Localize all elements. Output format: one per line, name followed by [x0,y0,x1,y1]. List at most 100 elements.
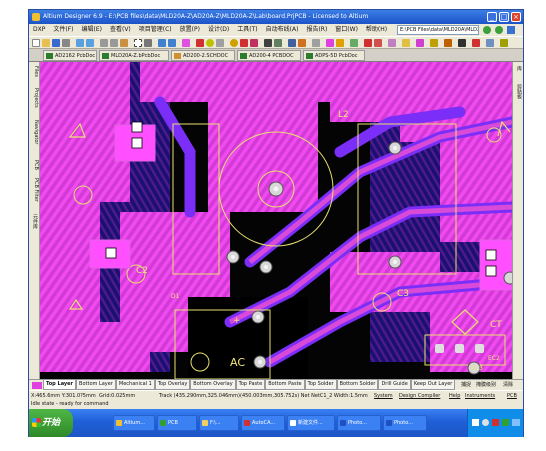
fill-icon[interactable] [240,39,248,47]
component-place-icon[interactable] [402,39,410,47]
string-a-icon[interactable] [500,39,508,47]
layer-tab-bottom[interactable]: Bottom Layer [76,380,116,390]
move-icon[interactable] [144,39,152,47]
pcb-canvas[interactable]: L2 C2 C3 AC CT D1 + EC2 EC3 [40,62,512,379]
layer-tab-bottom-solder[interactable]: Bottom Solder [336,380,379,390]
menu-edit[interactable]: 编辑(E) [78,24,106,36]
menu-view[interactable]: 查看(V) [106,24,135,36]
doc-tab[interactable]: ADPS-5D PcbDoc [303,50,365,61]
select-icon[interactable] [134,39,142,47]
clear-button[interactable]: 清除 [503,381,513,390]
forward-icon[interactable] [495,26,503,34]
tray-network-icon[interactable] [472,419,479,426]
keepout-icon[interactable] [416,39,424,47]
zoom-fit-icon[interactable] [76,39,84,47]
home-icon[interactable] [507,26,515,34]
fanout-icon[interactable] [388,39,396,47]
redo-icon[interactable] [168,39,176,47]
taskbar-item[interactable]: F:\... [199,415,239,431]
status-system[interactable]: System [374,391,393,400]
panel-tab-files[interactable]: Files [30,66,39,77]
zoom-area-icon[interactable] [86,39,94,47]
new-icon[interactable] [32,39,40,47]
taskbar-item[interactable]: Photo... [337,415,381,431]
drc-icon[interactable] [298,39,306,47]
back-icon[interactable] [483,26,491,34]
cut-icon[interactable] [100,39,108,47]
tray-ime-icon[interactable] [492,419,499,426]
menu-autoroute[interactable]: 自动布线(A) [262,24,303,36]
coordinate-icon[interactable] [444,39,452,47]
doc-tab[interactable]: AD2162 PcbDoc [43,50,97,61]
panel-tab-pcb-filter[interactable]: PCB Filter [30,178,39,202]
menu-file[interactable]: 文件(F) [49,24,77,36]
interactive-route-icon[interactable] [364,39,372,47]
doc-tab[interactable]: MLD20A-Z.bPcbDoc [99,50,169,61]
start-button[interactable]: 开始 [29,409,73,437]
warning-icon[interactable] [472,39,480,47]
layer-tab-top-overlay[interactable]: Top Overlay [154,380,191,390]
status-design-compiler[interactable]: Design Compiler [399,391,440,400]
pad-icon[interactable] [216,39,224,47]
print-icon[interactable] [62,39,70,47]
status-help[interactable]: Help [449,391,460,400]
3d-view-icon[interactable] [336,39,344,47]
panel-tab-clipboard[interactable]: 剪贴板 [514,84,523,99]
menu-window[interactable]: 窗口(W) [331,24,362,36]
panel-tab-projects[interactable]: Projects [30,88,39,108]
menu-design[interactable]: 设计(D) [204,24,233,36]
panel-tab-pcb[interactable]: PCB [30,160,39,170]
menu-help[interactable]: 帮助(H) [362,24,391,36]
menu-reports[interactable]: 报告(R) [302,24,331,36]
copy-icon[interactable] [110,39,118,47]
differential-pair-icon[interactable] [374,39,382,47]
open-icon[interactable] [42,39,50,47]
maximize-button[interactable]: □ [499,12,509,22]
component-icon[interactable] [274,39,282,47]
status-instruments[interactable]: Instruments [465,391,495,400]
close-button[interactable]: × [511,12,521,22]
layer-tab-top-solder[interactable]: Top Solder [304,380,337,390]
layer-tab-drill-guide[interactable]: Drill Guide [378,380,411,390]
layer-tab-mechanical1[interactable]: Mechanical 1 [115,380,155,390]
minimize-button[interactable]: _ [487,12,497,22]
string-icon[interactable] [264,39,272,47]
doc-tab[interactable]: AD200-2.SCHDOC [171,50,235,61]
tray-volume-icon[interactable] [482,419,489,426]
taskbar-item[interactable]: Altium... [113,415,155,431]
save-icon[interactable] [52,39,60,47]
mask-level-button[interactable]: 掩膜级别 [476,381,496,390]
snap-button[interactable]: 捕捉 [461,381,471,390]
doc-tab[interactable]: AD200-4 PCBDOC [237,50,301,61]
via-icon[interactable] [206,39,214,47]
text-icon[interactable] [458,39,466,47]
route-icon[interactable] [196,39,204,47]
panel-tab-library-right[interactable]: 库 [514,66,523,71]
menu-place[interactable]: 放置(P) [176,24,204,36]
dimension-icon[interactable] [430,39,438,47]
taskbar-item[interactable]: AutoCA... [241,415,285,431]
taskbar-item[interactable]: Photo... [383,415,427,431]
layer-stack-icon[interactable] [326,39,334,47]
taskbar-item[interactable]: 新建文件... [287,415,335,431]
layer-tab-top[interactable]: Top Layer [43,380,77,390]
status-pcb[interactable]: PCB [507,391,517,400]
menu-dxp[interactable]: DXP [29,24,49,36]
rules-icon[interactable] [288,39,296,47]
room-icon[interactable] [486,39,494,47]
taskbar-item[interactable]: PCB [157,415,197,431]
panel-tab-library[interactable]: 元件库 [30,214,39,229]
arc-icon[interactable] [230,39,238,47]
menu-project[interactable]: 项目管理(C) [135,24,176,36]
layer-tab-bottom-paste[interactable]: Bottom Paste [265,380,305,390]
polygon-icon[interactable] [250,39,258,47]
menu-tools[interactable]: 工具(T) [233,24,261,36]
layer-tab-top-paste[interactable]: Top Paste [235,380,266,390]
panel-tab-navigator[interactable]: Navigator [30,120,39,144]
paste-icon[interactable] [120,39,128,47]
tray-security-icon[interactable] [502,419,509,426]
grid-icon[interactable] [312,39,320,47]
path-field[interactable]: E:\PCB Files\data\MLD20A\MLD20A-Z [397,25,479,35]
measure-icon[interactable] [350,39,358,47]
layer-tab-bottom-overlay[interactable]: Bottom Overlay [190,380,236,390]
